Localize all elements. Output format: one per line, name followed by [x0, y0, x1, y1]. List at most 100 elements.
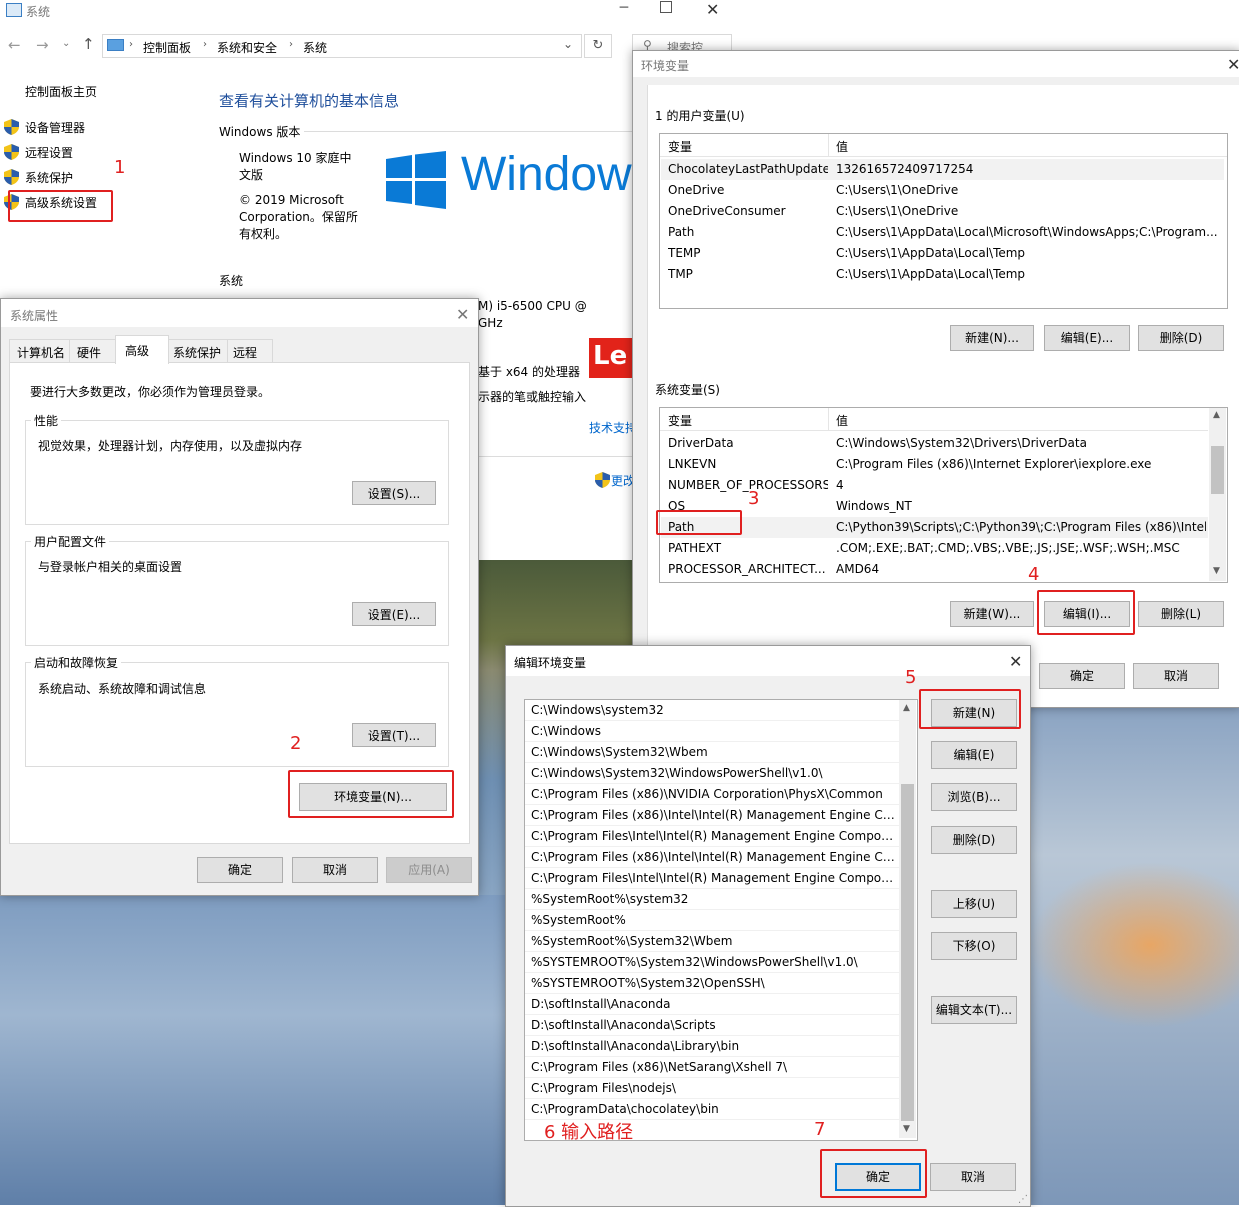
path-list-item[interactable]: C:\Program Files (x86)\NVIDIA Corporatio…: [525, 784, 899, 805]
system-var-name[interactable]: PATHEXT: [668, 538, 828, 559]
col-header-variable[interactable]: 变量: [668, 412, 692, 429]
user-vars-list[interactable]: 变量 值 ChocolateyLastPathUpdate 13261657240…: [659, 133, 1228, 309]
user-new-button[interactable]: 新建(N)...: [950, 325, 1034, 351]
user-var-name[interactable]: OneDrive: [668, 180, 828, 201]
path-list-item[interactable]: C:\Program Files\Intel\Intel(R) Manageme…: [525, 868, 899, 889]
address-bar[interactable]: › 控制面板 › 系统和安全 › 系统 ⌄: [102, 34, 582, 58]
path-delete-button[interactable]: 删除(D): [931, 826, 1017, 854]
system-var-name[interactable]: DriverData: [668, 433, 828, 454]
path-list-item[interactable]: %SYSTEMROOT%\System32\WindowsPowerShell\…: [525, 952, 899, 973]
system-vars-scrollbar[interactable]: ▲ ▼: [1209, 408, 1226, 581]
path-list-item[interactable]: C:\Windows: [525, 721, 899, 742]
path-list-item[interactable]: %SYSTEMROOT%\System32\OpenSSH\: [525, 973, 899, 994]
path-list-item[interactable]: %SystemRoot%\System32\Wbem: [525, 931, 899, 952]
refresh-button[interactable]: ↻: [584, 34, 612, 58]
system-var-value[interactable]: .COM;.EXE;.BAT;.CMD;.VBS;.VBE;.JS;.JSE;.…: [836, 538, 1206, 559]
user-var-name[interactable]: TEMP: [668, 243, 828, 264]
editenv-cancel-button[interactable]: 取消: [930, 1163, 1016, 1191]
back-arrow-icon[interactable]: ←: [8, 36, 21, 54]
path-list-item[interactable]: C:\Program Files (x86)\NetSarang\Xshell …: [525, 1057, 899, 1078]
path-edit-text-button[interactable]: 编辑文本(T)...: [931, 996, 1017, 1024]
path-list[interactable]: C:\Windows\system32 C:\Windows C:\Windows\…: [524, 699, 918, 1141]
user-var-value[interactable]: C:\Users\1\OneDrive: [836, 201, 1221, 222]
path-list-item[interactable]: C:\Program Files\nodejs\: [525, 1078, 899, 1099]
startup-recovery-settings-button[interactable]: 设置(T)...: [352, 723, 436, 747]
path-list-item[interactable]: %SystemRoot%: [525, 910, 899, 931]
sysprops-cancel-button[interactable]: 取消: [292, 857, 378, 883]
scroll-up-icon[interactable]: ▲: [903, 703, 910, 713]
path-list-item[interactable]: C:\Windows\system32: [525, 700, 899, 721]
up-arrow-icon[interactable]: ↑: [82, 35, 95, 53]
sysprops-apply-button[interactable]: 应用(A): [386, 857, 472, 883]
user-profile-settings-button[interactable]: 设置(E)...: [352, 602, 436, 626]
tab-computer-name[interactable]: 计算机名: [9, 339, 71, 362]
system-var-value[interactable]: C:\Windows\System32\Drivers\DriverData: [836, 433, 1206, 454]
path-list-item[interactable]: C:\Program Files (x86)\Intel\Intel(R) Ma…: [525, 847, 899, 868]
breadcrumb-control-panel[interactable]: 控制面板: [143, 39, 191, 56]
col-header-value[interactable]: 值: [836, 412, 848, 429]
system-var-value[interactable]: C:\Python39\Scripts\;C:\Python39\;C:\Pro…: [836, 517, 1206, 538]
tab-remote[interactable]: 远程: [227, 339, 273, 362]
tab-system-protection[interactable]: 系统保护: [167, 339, 229, 362]
scroll-thumb[interactable]: [901, 784, 914, 1121]
path-list-item[interactable]: C:\ProgramData\chocolatey\bin: [525, 1099, 899, 1120]
sidebar-item-protection[interactable]: 系统保护: [25, 169, 73, 186]
user-var-value[interactable]: 132616572409717254: [836, 159, 1221, 180]
performance-settings-button[interactable]: 设置(S)...: [352, 481, 436, 505]
sysprops-close-button[interactable]: ✕: [456, 305, 469, 324]
path-list-item[interactable]: %SystemRoot%\system32: [525, 889, 899, 910]
system-vars-list[interactable]: 变量 值 DriverData C:\Windows\System32\Drive…: [659, 407, 1228, 583]
user-var-name[interactable]: Path: [668, 222, 828, 243]
path-list-item[interactable]: C:\Program Files (x86)\Intel\Intel(R) Ma…: [525, 805, 899, 826]
col-header-value[interactable]: 值: [836, 138, 848, 155]
sysprops-ok-button[interactable]: 确定: [197, 857, 283, 883]
path-list-item[interactable]: C:\Windows\System32\WindowsPowerShell\v1…: [525, 763, 899, 784]
system-var-value[interactable]: Windows_NT: [836, 496, 1206, 517]
envvars-close-button[interactable]: ✕: [1227, 55, 1239, 74]
maximize-button[interactable]: [660, 1, 674, 15]
user-var-value[interactable]: C:\Users\1\OneDrive: [836, 180, 1221, 201]
sidebar-home[interactable]: 控制面板主页: [25, 83, 97, 100]
path-list-item[interactable]: D:\softInstall\Anaconda\Scripts: [525, 1015, 899, 1036]
sidebar-item-device-manager[interactable]: 设备管理器: [25, 119, 85, 136]
user-var-value[interactable]: C:\Users\1\AppData\Local\Temp: [836, 264, 1221, 285]
scroll-down-icon[interactable]: ▼: [903, 1124, 910, 1134]
path-browse-button[interactable]: 浏览(B)...: [931, 783, 1017, 811]
breadcrumb-system[interactable]: 系统: [303, 39, 327, 56]
system-delete-button[interactable]: 删除(L): [1138, 601, 1224, 627]
path-edit-button[interactable]: 编辑(E): [931, 741, 1017, 769]
system-var-name[interactable]: PROCESSOR_ARCHITECT...: [668, 559, 828, 580]
tab-advanced[interactable]: 高级: [115, 335, 169, 364]
path-move-down-button[interactable]: 下移(O): [931, 932, 1017, 960]
path-list-scrollbar[interactable]: ▲ ▼: [899, 700, 916, 1138]
breadcrumb-system-security[interactable]: 系统和安全: [217, 39, 277, 56]
path-list-item[interactable]: C:\Windows\System32\Wbem: [525, 742, 899, 763]
user-var-name[interactable]: ChocolateyLastPathUpdate: [668, 159, 828, 180]
close-button[interactable]: ✕: [706, 0, 719, 19]
path-list-item[interactable]: D:\softInstall\Anaconda\Library\bin: [525, 1036, 899, 1057]
user-var-value[interactable]: C:\Users\1\AppData\Local\Temp: [836, 243, 1221, 264]
user-var-value[interactable]: C:\Users\1\AppData\Local\Microsoft\Windo…: [836, 222, 1221, 243]
scroll-up-icon[interactable]: ▲: [1213, 410, 1220, 420]
minimize-button[interactable]: ─: [614, 0, 634, 20]
path-list-item[interactable]: C:\Program Files\Intel\Intel(R) Manageme…: [525, 826, 899, 847]
tab-hardware[interactable]: 硬件: [69, 339, 117, 362]
envvars-cancel-button[interactable]: 取消: [1133, 663, 1219, 689]
system-var-value[interactable]: C:\Program Files (x86)\Internet Explorer…: [836, 454, 1206, 475]
path-list-item[interactable]: D:\softInstall\Anaconda: [525, 994, 899, 1015]
system-var-name[interactable]: LNKEVN: [668, 454, 828, 475]
user-var-name[interactable]: TMP: [668, 264, 828, 285]
scroll-down-icon[interactable]: ▼: [1213, 566, 1220, 576]
scroll-thumb[interactable]: [1211, 446, 1224, 494]
forward-arrow-icon[interactable]: →: [36, 36, 49, 54]
sidebar-item-remote[interactable]: 远程设置: [25, 144, 73, 161]
user-var-name[interactable]: OneDriveConsumer: [668, 201, 828, 222]
path-move-up-button[interactable]: 上移(U): [931, 890, 1017, 918]
editenv-close-button[interactable]: ✕: [1009, 652, 1022, 671]
system-var-value[interactable]: AMD64: [836, 559, 1206, 580]
user-delete-button[interactable]: 删除(D): [1138, 325, 1224, 351]
envvars-ok-button[interactable]: 确定: [1039, 663, 1125, 689]
system-new-button[interactable]: 新建(W)...: [950, 601, 1034, 627]
address-dropdown-icon[interactable]: ⌄: [563, 37, 573, 51]
system-var-value[interactable]: 4: [836, 475, 1206, 496]
